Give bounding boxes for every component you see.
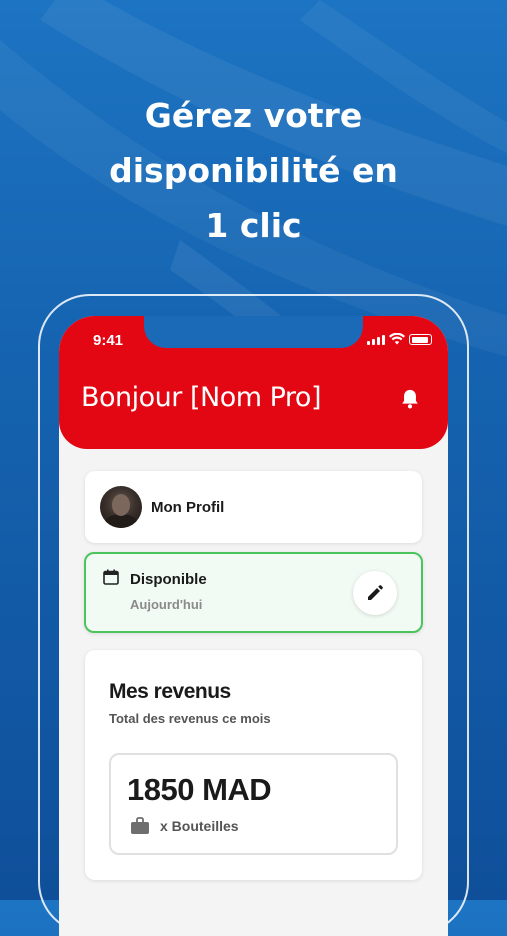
- revenue-subtitle: Total des revenus ce mois: [109, 711, 271, 726]
- bell-icon[interactable]: [399, 388, 421, 410]
- headline-line-1: Gérez votre: [144, 96, 363, 135]
- headline-line-3: 1 clic: [205, 206, 302, 245]
- revenue-detail: x Bouteilles: [160, 818, 239, 834]
- status-time: 9:41: [93, 332, 124, 349]
- headline: Gérez votre disponibilité en 1 clic: [0, 88, 507, 253]
- battery-icon: [409, 334, 432, 345]
- revenue-amount: 1850 MAD: [127, 772, 272, 807]
- availability-date: Aujourd'hui: [130, 597, 203, 612]
- wifi-icon: [389, 333, 405, 345]
- avatar: [100, 486, 142, 528]
- greeting-title: Bonjour [Nom Pro]: [81, 382, 321, 413]
- profile-label: Mon Profil: [151, 499, 225, 516]
- headline-line-2: disponibilité en: [109, 151, 398, 190]
- profile-card[interactable]: Mon Profil: [85, 471, 422, 543]
- status-icons: [367, 333, 432, 345]
- app-header: 9:41 Bonjour [Nom Pro]: [59, 316, 448, 449]
- app-screen: 9:41 Bonjour [Nom Pro] Mon Profil Dispon…: [59, 316, 448, 936]
- revenue-card: Mes revenus Total des revenus ce mois 18…: [85, 650, 422, 880]
- briefcase-icon: [131, 817, 149, 834]
- revenue-title: Mes revenus: [109, 680, 231, 703]
- revenue-amount-box: 1850 MAD x Bouteilles: [109, 753, 398, 855]
- pencil-icon: [368, 585, 383, 600]
- edit-availability-button[interactable]: [353, 571, 397, 615]
- availability-card[interactable]: Disponible Aujourd'hui: [84, 552, 423, 633]
- phone-notch: [144, 316, 363, 348]
- availability-status: Disponible: [130, 571, 207, 588]
- signal-icon: [367, 335, 385, 345]
- calendar-icon: [103, 569, 119, 585]
